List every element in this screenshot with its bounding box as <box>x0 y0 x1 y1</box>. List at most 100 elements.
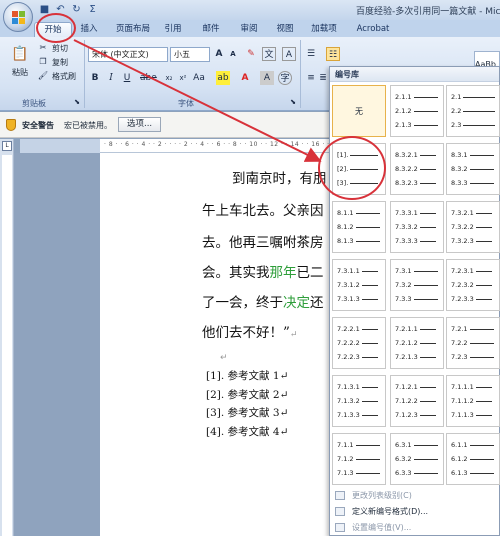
doc-line: 会。其实我那年已二 <box>202 265 324 281</box>
char-shading-icon[interactable]: A <box>260 71 274 85</box>
shield-icon <box>6 119 16 131</box>
clipboard-launcher-icon[interactable]: ⬊ <box>70 95 84 109</box>
numbering-format-line <box>413 110 438 112</box>
enclose-char-icon[interactable]: 字 <box>278 71 292 85</box>
numbering-format-line <box>355 212 380 214</box>
reference-item: [2]. 参考文献 2↵ <box>206 389 289 401</box>
numbering-format-option[interactable]: 7.3.2.1 7.3.2.2 7.3.2.3 <box>446 201 500 253</box>
numbering-format-label: 8.3.2 <box>451 165 468 173</box>
numbering-format-option[interactable]: 7.2.3.1 7.2.3.2 7.2.3.3 <box>446 259 500 311</box>
numbering-format-option[interactable]: 8.3.2.1 8.3.2.2 8.3.2.3 <box>390 143 444 195</box>
numbering-none-option[interactable]: 无 <box>332 85 386 137</box>
numbering-format-option[interactable]: 7.1.2.1 7.1.2.2 7.1.2.3 <box>390 375 444 427</box>
numbering-format-row: 7.1.1 <box>337 441 380 449</box>
strikethrough-icon[interactable]: abe <box>140 71 157 85</box>
numbering-format-option[interactable]: 7.2.1.1 7.2.1.2 7.2.1.3 <box>390 317 444 369</box>
tab-addins[interactable]: 加载项 <box>306 22 342 37</box>
tab-mailings[interactable]: 邮件 <box>198 22 224 37</box>
format-painter-icon[interactable]: 🖌 <box>36 69 50 83</box>
numbering-format-option[interactable]: 6.1.1 6.1.2 6.1.3 <box>446 433 500 485</box>
numbering-format-row: 7.3.1.1 <box>337 267 378 275</box>
numbering-format-label: 7.3.3.2 <box>395 223 418 231</box>
numbering-format-option[interactable]: 7.3.3.1 7.3.3.2 7.3.3.3 <box>390 201 444 253</box>
font-launcher-icon[interactable]: ⬊ <box>286 95 300 109</box>
numbering-icon[interactable]: ☷ <box>326 47 340 61</box>
numbering-format-option[interactable]: 7.3.1 7.3.2 7.3.3 <box>390 259 444 311</box>
numbering-format-option[interactable]: 8.3.1 8.3.2 8.3.3 <box>446 143 500 195</box>
numbering-format-option[interactable]: 7.2.2.1 7.2.2.2 7.2.2.3 <box>332 317 386 369</box>
tab-references[interactable]: 引用 <box>160 22 186 37</box>
numbering-format-option[interactable]: 8.1.1 8.1.2 8.1.3 <box>332 201 386 253</box>
tab-acrobat[interactable]: Acrobat <box>352 22 394 37</box>
font-size-box[interactable]: 小五 <box>170 47 210 62</box>
numbering-format-row: 7.1.1.1 <box>451 383 492 391</box>
underline-icon[interactable]: U <box>120 71 134 85</box>
tab-selector-icon[interactable]: L <box>2 141 12 151</box>
numbering-format-label: 8.1.3 <box>337 237 354 245</box>
numbering-format-option[interactable]: 7.3.1.1 7.3.1.2 7.3.1.3 <box>332 259 386 311</box>
numbering-format-option[interactable]: 6.3.1 6.3.2 6.3.3 <box>390 433 444 485</box>
numbering-format-row: 7.3.1 <box>395 267 438 275</box>
numbering-format-label: 7.1.2.3 <box>395 411 418 419</box>
numbering-format-option[interactable]: 7.1.1.1 7.1.1.2 7.1.1.3 <box>446 375 500 427</box>
char-border-icon[interactable]: A <box>282 47 296 61</box>
numbering-format-option[interactable]: 2.1.1 2.1.2 2.1.3 <box>390 85 444 137</box>
office-button[interactable] <box>3 2 33 32</box>
change-case-icon[interactable]: Aa <box>192 71 206 85</box>
define-new-number-format-item[interactable]: 定义新编号格式(D)... <box>330 504 499 519</box>
tab-view[interactable]: 视图 <box>272 22 298 37</box>
font-name-box[interactable]: 宋体 (中文正文) <box>88 47 168 62</box>
numbering-format-label: 2.1 <box>451 93 462 101</box>
tab-page-layout[interactable]: 页面布局 <box>110 22 156 37</box>
numbering-format-label: 7.2.2.1 <box>337 325 360 333</box>
numbering-format-label: 2.1.2 <box>395 107 412 115</box>
office-logo-icon <box>12 11 26 25</box>
numbering-format-label: 2.3 <box>451 121 462 129</box>
numbering-format-row: 7.1.2 <box>337 455 380 463</box>
horizontal-ruler[interactable]: · 8 · · 6 · · 4 · · 2 · · · · 2 · · 4 · … <box>20 139 340 153</box>
numbering-format-row: 2.3 <box>451 121 496 129</box>
bold-icon[interactable]: B <box>88 71 102 85</box>
sigma-icon[interactable]: Σ <box>86 3 99 16</box>
options-button[interactable]: 选项... <box>118 117 162 132</box>
numbering-format-option[interactable]: 7.1.3.1 7.1.3.2 7.1.3.3 <box>332 375 386 427</box>
italic-icon[interactable]: I <box>104 71 118 85</box>
redo-icon[interactable]: ↻ <box>70 3 83 16</box>
numbering-format-row: 7.3.3.3 <box>395 237 436 245</box>
paste-icon[interactable]: 📋 <box>10 43 30 65</box>
numbering-format-line <box>475 212 492 214</box>
numbering-format-option[interactable]: 7.1.1 7.1.2 7.1.3 <box>332 433 386 485</box>
align-center-icon[interactable]: ≣ <box>316 71 330 85</box>
cut-icon[interactable]: ✂ <box>36 41 50 55</box>
numbering-format-row: 2.1.1 <box>395 93 438 101</box>
numbering-format-row: 7.2.2 <box>451 339 494 347</box>
clear-format-icon[interactable]: ✎ <box>244 47 258 61</box>
superscript-icon[interactable]: x² <box>176 71 190 85</box>
document-page[interactable]: 到南京时，有朋 午上车北去。父亲因 去。他再三嘱咐茶房 会。其实我那年已二 了一… <box>100 153 340 536</box>
tab-review[interactable]: 审阅 <box>236 22 262 37</box>
paste-button[interactable]: 粘贴 <box>12 67 28 78</box>
shrink-font-icon[interactable]: A <box>226 47 240 61</box>
numbering-format-label: 8.3.3 <box>451 179 468 187</box>
numbering-format-label: 7.3.2 <box>395 281 412 289</box>
tab-insert[interactable]: 插入 <box>76 22 102 37</box>
font-color-icon[interactable]: A <box>238 71 252 85</box>
numbering-format-option[interactable]: 7.2.1 7.2.2 7.2.3 <box>446 317 500 369</box>
numbering-format-label: 6.1.1 <box>451 441 468 449</box>
bullets-icon[interactable]: ☰ <box>304 47 318 61</box>
format-painter-button[interactable]: 格式刷 <box>52 71 76 82</box>
numbering-format-label: 7.3.2.1 <box>451 209 474 217</box>
subscript-icon[interactable]: x₂ <box>162 71 176 85</box>
phonetic-guide-icon[interactable]: 文 <box>262 47 276 61</box>
cut-button[interactable]: 剪切 <box>52 43 68 54</box>
numbering-format-label: 7.2.1.3 <box>395 353 418 361</box>
numbering-format-option[interactable]: 2.1 2.2 2.3 <box>446 85 500 137</box>
numbering-format-row: 2.1.3 <box>395 121 438 129</box>
numbering-format-line <box>419 342 436 344</box>
copy-icon[interactable]: ❐ <box>36 55 50 69</box>
grow-font-icon[interactable]: A <box>212 47 226 61</box>
highlight-icon[interactable]: ab <box>216 71 230 85</box>
numbering-format-line <box>361 386 378 388</box>
copy-button[interactable]: 复制 <box>52 57 68 68</box>
numbering-format-line <box>475 270 492 272</box>
